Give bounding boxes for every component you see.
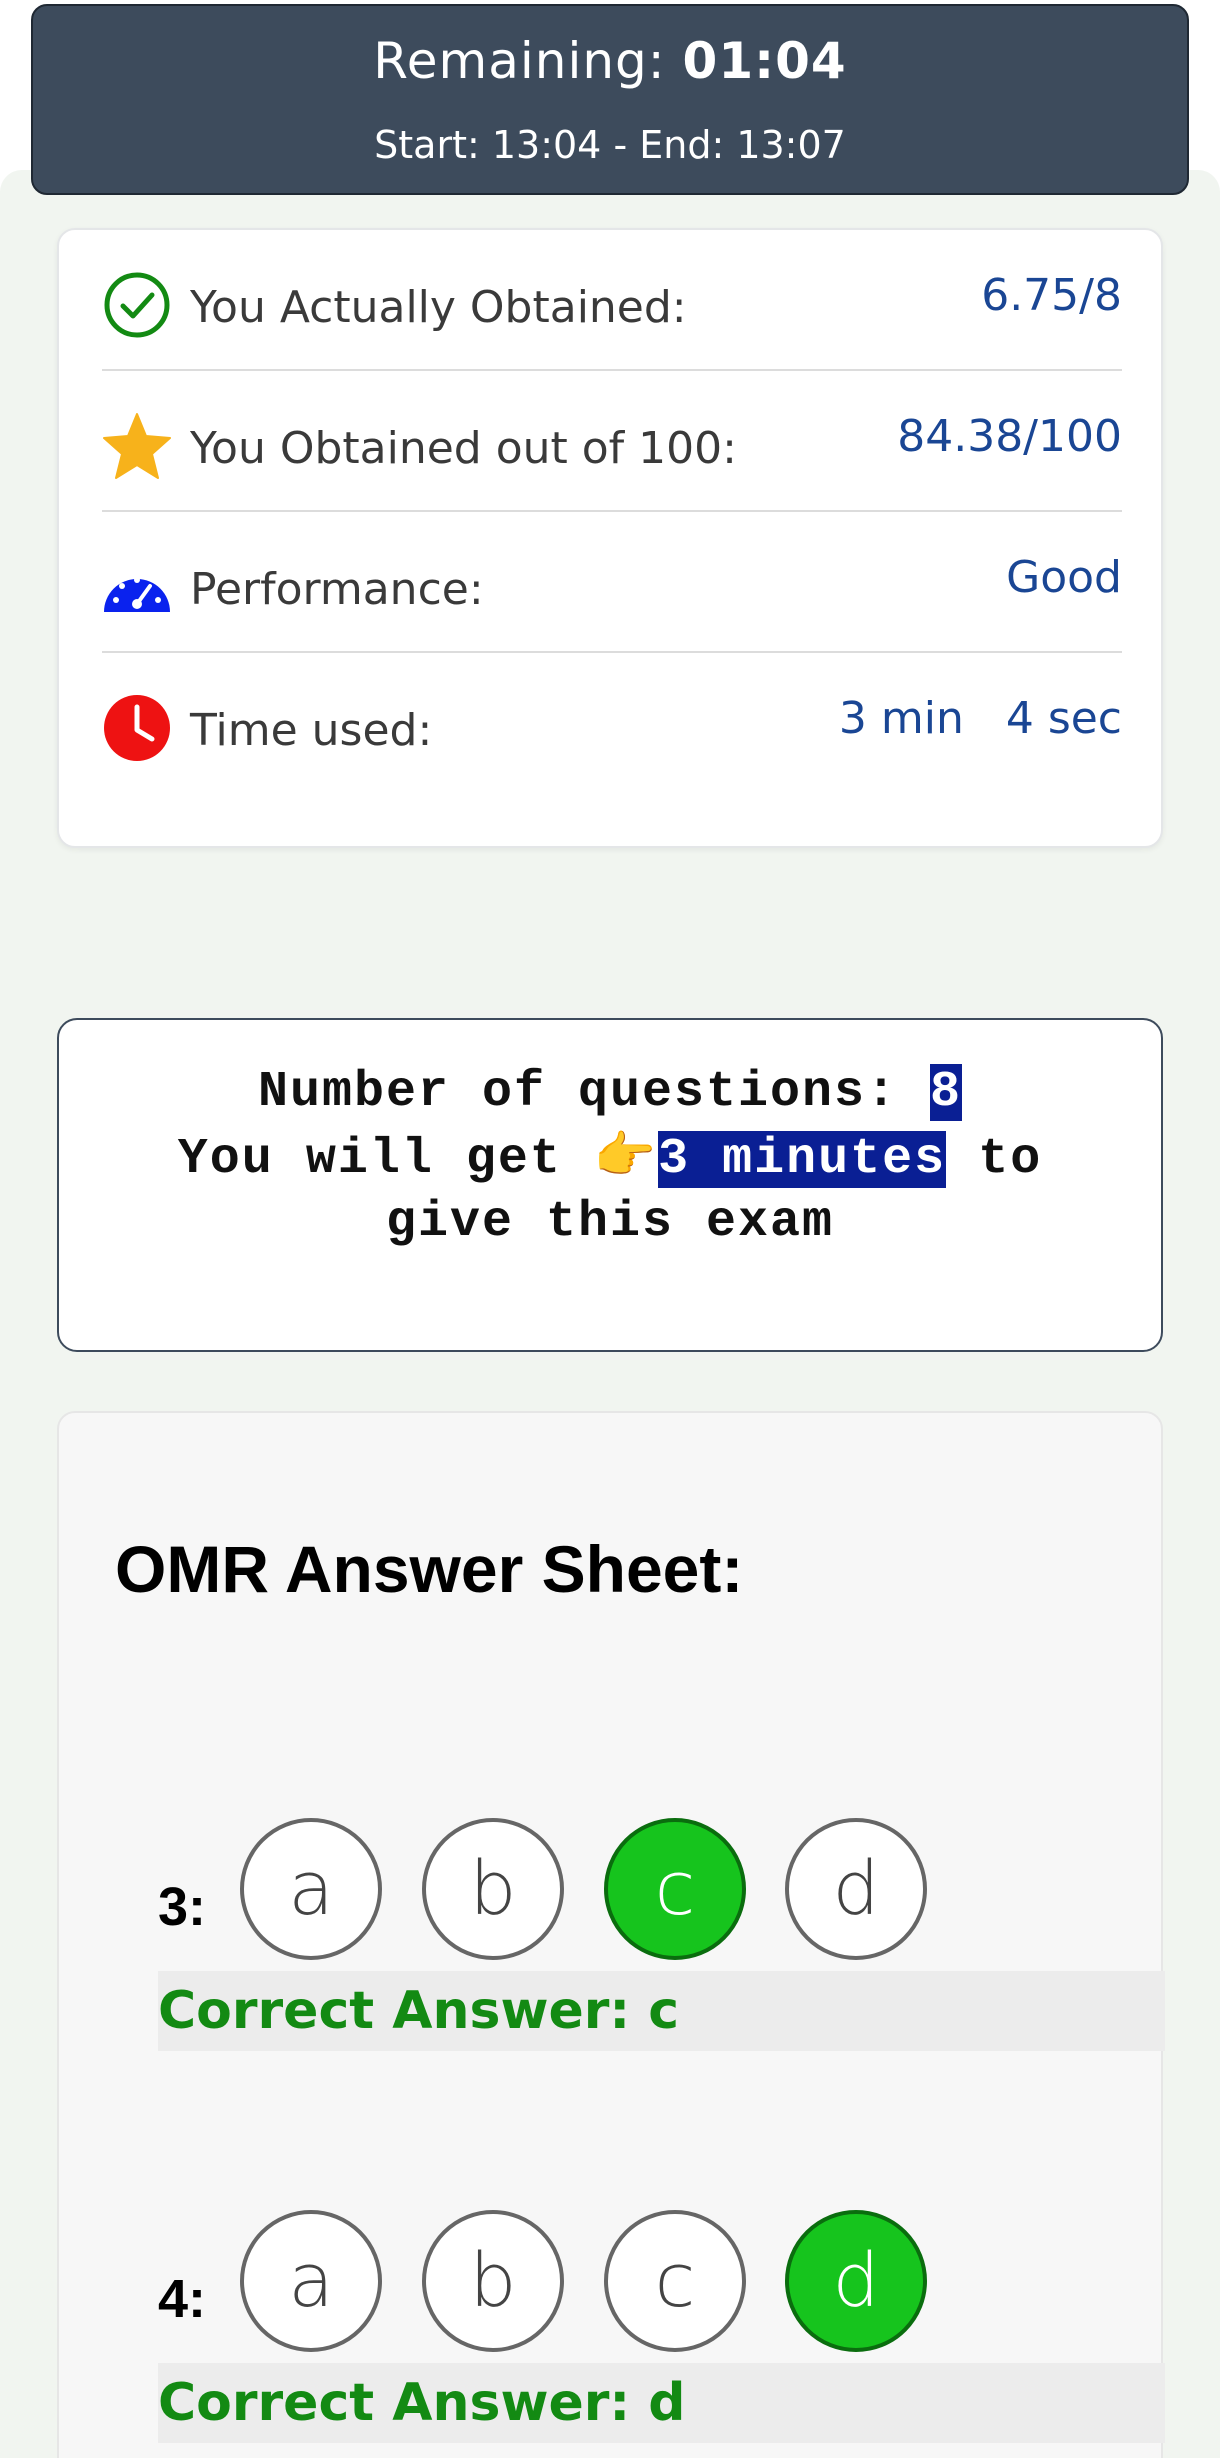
time-suffix: to [946,1131,1043,1188]
remaining-label: Remaining: [373,32,666,90]
score-100-value: 84.38/100 [897,411,1122,462]
option-a-bubble[interactable]: a [240,1818,382,1960]
remaining-time: Remaining: 01:04 [33,32,1187,90]
performance-label: Performance: [190,564,484,615]
performance-value: Good [1006,552,1122,603]
performance-row: Performance: Good [102,512,1122,653]
exam-line: give this exam [385,1194,835,1251]
correct-answer: Correct Answer: d [158,2363,1165,2443]
obtained-row: You Actually Obtained: 6.75/8 [102,230,1122,371]
results-card: You Actually Obtained: 6.75/8 You Obtain… [57,228,1163,848]
option-c-bubble-selected[interactable]: c [604,1818,746,1960]
option-d-bubble-selected[interactable]: d [785,2210,927,2352]
star-icon [103,413,171,479]
time-line: You will get 👉3 minutes to [59,1129,1161,1191]
questions-line: Number of questions: 8 [59,1062,1161,1124]
question-number: 4: [158,2269,207,2329]
time-used-row: Time used: 3 min 4 sec [102,653,1122,794]
question-number: 3: [158,1877,207,1937]
pointing-hand-icon: 👉 [593,1131,659,1188]
score-100-label: You Obtained out of 100: [190,423,737,474]
clock-icon [104,695,170,761]
question-4: 4: a b c d Correct Answer: d [59,2210,1165,2458]
timer-header: Remaining: 01:04 Start: 13:04 - End: 13:… [31,4,1189,195]
question-3: 3: a b c d Correct Answer: c [59,1818,1165,2078]
option-b-bubble[interactable]: b [422,2210,564,2352]
option-d-bubble[interactable]: d [785,1818,927,1960]
omr-title: OMR Answer Sheet: [115,1532,744,1606]
option-a-bubble[interactable]: a [240,2210,382,2352]
check-circle-icon [104,272,170,338]
option-c-bubble[interactable]: c [604,2210,746,2352]
questions-count: 8 [930,1064,963,1121]
time-allowed: 3 minutes [658,1131,947,1188]
obtained-label: You Actually Obtained: [190,282,687,333]
questions-label: Number of questions: [257,1064,931,1121]
speedometer-icon [104,577,170,612]
time-used-label: Time used: [190,705,433,756]
time-prefix: You will get [177,1131,594,1188]
correct-answer: Correct Answer: c [158,1971,1165,2051]
omr-answer-sheet: OMR Answer Sheet: 3: a b c d Correct Ans… [57,1411,1165,2458]
exam-info-box: Number of questions: 8 You will get 👉3 m… [57,1018,1163,1352]
time-range: Start: 13:04 - End: 13:07 [374,123,846,167]
time-used-value: 3 min 4 sec [838,693,1122,744]
obtained-value: 6.75/8 [981,270,1122,321]
remaining-value: 01:04 [682,32,847,90]
option-b-bubble[interactable]: b [422,1818,564,1960]
score-100-row: You Obtained out of 100: 84.38/100 [102,371,1122,512]
